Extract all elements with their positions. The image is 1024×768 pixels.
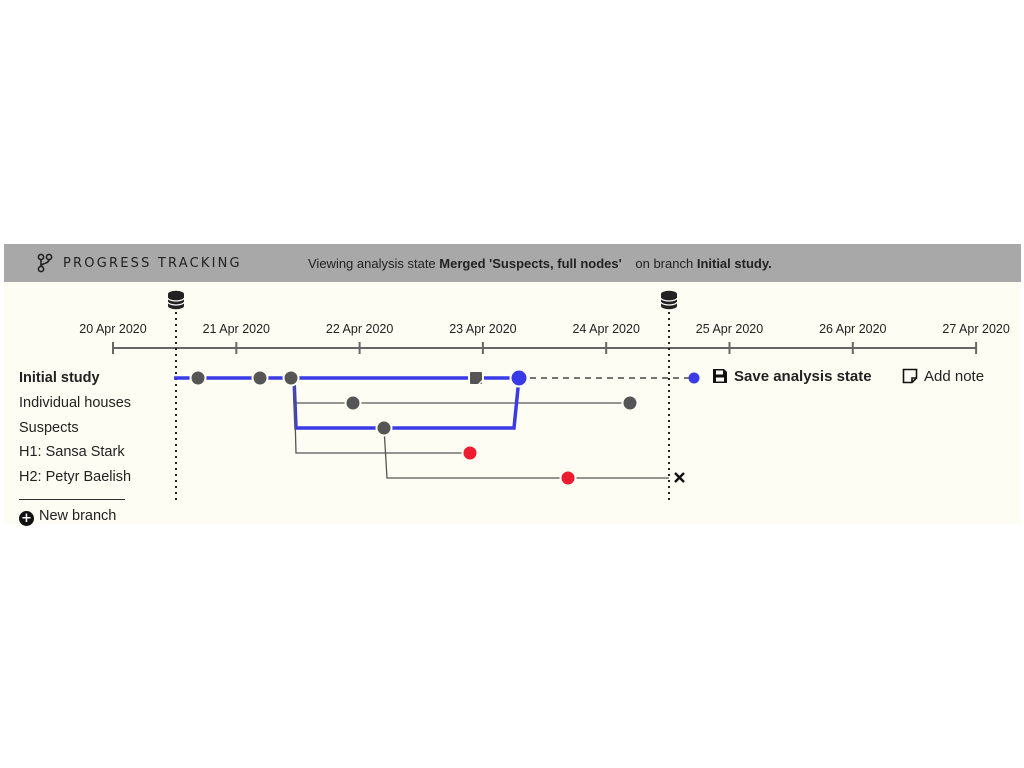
timeline-date-label: 26 Apr 2020 (819, 322, 886, 336)
note-node[interactable] (468, 370, 484, 386)
branch-label[interactable]: H1: Sansa Stark (19, 444, 125, 460)
note-icon (902, 368, 918, 384)
branch-label[interactable]: Initial study (19, 370, 100, 386)
new-branch-label: New branch (39, 508, 117, 524)
state-node[interactable] (344, 394, 362, 412)
merged-state-node[interactable] (509, 368, 529, 388)
saved-state-marker-2[interactable] (660, 290, 678, 310)
pending-state-node[interactable] (688, 372, 700, 384)
new-branch-button[interactable]: + New branch (19, 508, 116, 526)
close-branch-icon[interactable] (674, 472, 685, 483)
plus-circle-icon: + (19, 511, 34, 526)
saved-state-marker-1[interactable] (167, 290, 185, 310)
branch-label[interactable]: Individual houses (19, 395, 131, 411)
database-icon (660, 290, 678, 310)
timeline-date-label: 24 Apr 2020 (572, 322, 639, 336)
state-node[interactable] (375, 419, 393, 437)
timeline-date-label: 23 Apr 2020 (449, 322, 516, 336)
state-node[interactable] (189, 369, 207, 387)
state-node[interactable] (282, 369, 300, 387)
progress-tracking-panel: PROGRESS TRACKING Viewing analysis state… (4, 244, 1021, 526)
save-analysis-state-button[interactable]: Save analysis state (712, 368, 872, 385)
timeline-date-label: 21 Apr 2020 (203, 322, 270, 336)
database-icon (167, 290, 185, 310)
timeline-date-label: 27 Apr 2020 (942, 322, 1009, 336)
state-node[interactable] (621, 394, 639, 412)
hypothesis-node[interactable] (559, 469, 577, 487)
timeline-date-label: 20 Apr 2020 (79, 322, 146, 336)
individual-houses-branch-line (293, 378, 630, 404)
add-note-button[interactable]: Add note (902, 368, 984, 385)
timeline-date-label: 25 Apr 2020 (696, 322, 763, 336)
timeline-date-label: 22 Apr 2020 (326, 322, 393, 336)
add-note-label: Add note (924, 368, 985, 385)
branch-label[interactable]: Suspects (19, 420, 79, 436)
save-label: Save analysis state (734, 368, 872, 385)
branch-label[interactable]: H2: Petyr Baelish (19, 469, 131, 485)
floppy-disk-icon (713, 369, 727, 383)
h1-branch-line (293, 377, 470, 454)
state-node[interactable] (251, 369, 269, 387)
hypothesis-node[interactable] (461, 444, 479, 462)
branch-list-divider (19, 499, 125, 500)
